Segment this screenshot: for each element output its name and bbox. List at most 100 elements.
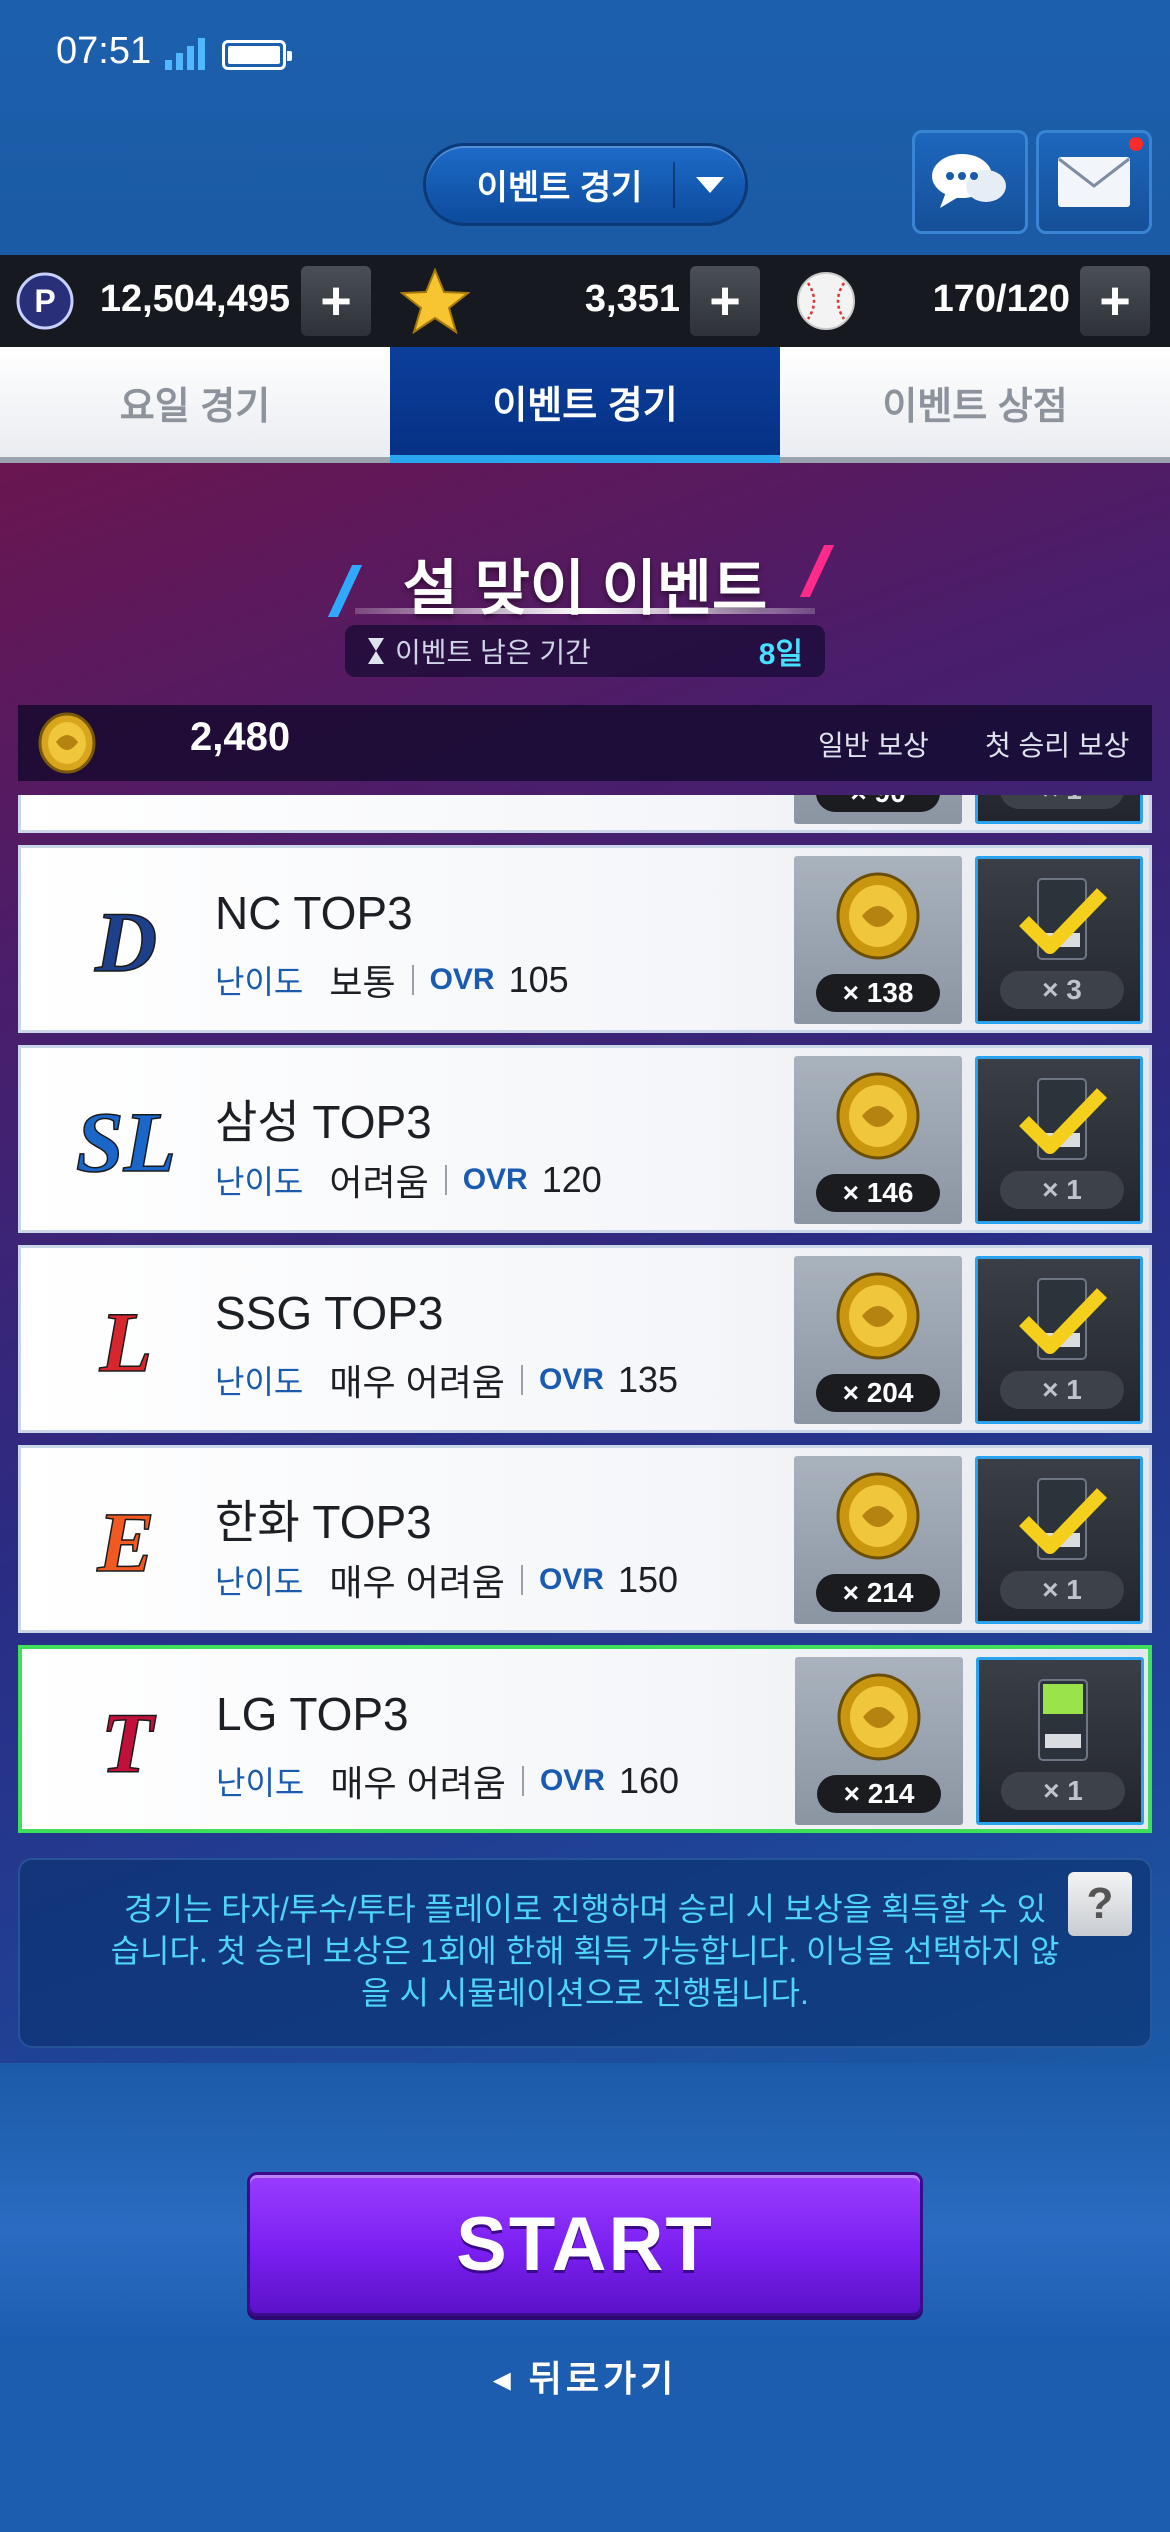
tab-bar: 요일 경기 이벤트 경기 이벤트 상점 xyxy=(0,347,1170,463)
event-coin-icon xyxy=(836,1072,920,1160)
ovr-label: OVR xyxy=(539,1764,605,1797)
ovr-label: OVR xyxy=(462,1163,528,1196)
event-coin-icon xyxy=(38,712,96,774)
battery-icon xyxy=(222,40,292,70)
samsung-lions-logo-icon: SL xyxy=(61,1078,191,1208)
normal-reward-count: × 214 xyxy=(817,1775,941,1813)
svg-text:D: D xyxy=(94,894,157,990)
first-win-reward-header: 첫 승리 보상 xyxy=(985,730,1130,761)
difficulty-value: 어려움 xyxy=(329,1162,429,1203)
back-button[interactable]: ◂ 뒤로가기 xyxy=(0,2350,1170,2402)
first-win-reward[interactable]: × 1 xyxy=(975,1256,1143,1424)
hanwha-eagles-logo-icon: E xyxy=(61,1478,191,1608)
normal-reward-count: × 146 xyxy=(816,1174,940,1212)
difficulty-value: 매우 어려움 xyxy=(329,1562,505,1603)
match-name: SSG TOP3 xyxy=(215,1287,444,1339)
match-meta: 난이도 보통 OVR 105 xyxy=(215,954,569,1006)
match-list[interactable]: × 90 × 1 D NC TOP3 난이도 보통 OVR 105 × 138 × 3 SL 삼성… xyxy=(18,795,1152,1843)
hourglass-icon xyxy=(368,638,384,664)
first-win-reward[interactable]: × 1 xyxy=(975,1056,1143,1224)
first-win-reward[interactable]: × 1 xyxy=(976,1657,1144,1825)
mail-button[interactable] xyxy=(1036,130,1152,234)
event-coin-icon xyxy=(836,1272,920,1360)
title-underline xyxy=(355,608,815,614)
first-win-reward-count: × 1 xyxy=(1000,795,1124,809)
difficulty-label: 난이도 xyxy=(215,1364,304,1400)
p-coin-icon: P xyxy=(16,272,74,330)
svg-text:SL: SL xyxy=(76,1094,176,1190)
match-name: 삼성 TOP3 xyxy=(215,1096,432,1148)
remaining-label: 이벤트 남은 기간 xyxy=(395,637,591,668)
nc-dinos-logo-icon: D xyxy=(61,878,191,1008)
first-win-reward[interactable]: × 3 xyxy=(975,856,1143,1024)
help-button[interactable]: ? xyxy=(1068,1872,1132,1936)
first-win-reward-count: × 3 xyxy=(1000,971,1124,1009)
chevron-down-icon xyxy=(675,175,745,195)
ovr-value: 150 xyxy=(617,1559,679,1600)
match-name: 한화 TOP3 xyxy=(215,1496,432,1548)
points-value: 12,504,495 xyxy=(99,278,290,320)
tab-event-games[interactable]: 이벤트 경기 xyxy=(390,347,780,463)
first-win-reward: × 1 xyxy=(975,795,1143,824)
player-card-icon xyxy=(1019,878,1108,960)
normal-reward[interactable]: × 204 xyxy=(794,1256,962,1424)
match-row[interactable]: E 한화 TOP3 난이도 매우 어려움 OVR 150 × 214 × 1 xyxy=(18,1445,1152,1633)
svg-text:E: E xyxy=(96,1494,154,1590)
match-row[interactable]: SL 삼성 TOP3 난이도 어려움 OVR 120 × 146 × 1 xyxy=(18,1045,1152,1233)
normal-reward-header: 일반 보상 xyxy=(818,730,929,761)
normal-reward[interactable]: × 214 xyxy=(794,1456,962,1624)
add-stars-button[interactable]: + xyxy=(690,266,760,336)
svg-text:T: T xyxy=(101,1695,157,1791)
mode-dropdown[interactable]: 이벤트 경기 xyxy=(423,143,748,226)
normal-reward[interactable]: × 146 xyxy=(794,1056,962,1224)
event-coin-icon xyxy=(836,872,920,960)
ovr-label: OVR xyxy=(429,963,495,996)
match-name: LG TOP3 xyxy=(216,1688,409,1740)
meta-divider xyxy=(444,1165,447,1195)
match-meta: 난이도 어려움 OVR 120 xyxy=(215,1154,602,1206)
back-label: 뒤로가기 xyxy=(528,2358,678,2399)
start-button[interactable]: START xyxy=(247,2172,923,2316)
difficulty-label: 난이도 xyxy=(216,1765,305,1801)
tab-event-shop[interactable]: 이벤트 상점 xyxy=(780,347,1170,463)
match-row[interactable]: T LG TOP3 난이도 매우 어려움 OVR 160 × 214 × 1 xyxy=(18,1645,1152,1833)
mode-dropdown-label: 이벤트 경기 xyxy=(476,169,643,207)
event-coin-icon xyxy=(837,1673,921,1761)
normal-reward[interactable]: × 214 xyxy=(795,1657,963,1825)
match-meta: 난이도 매우 어려움 OVR 160 xyxy=(216,1755,679,1807)
difficulty-label: 난이도 xyxy=(215,1564,304,1600)
player-card-icon xyxy=(1019,1278,1108,1360)
remaining-days: 8일 xyxy=(758,638,803,671)
ovr-value: 160 xyxy=(618,1760,680,1801)
player-card-icon xyxy=(1019,1478,1108,1560)
ovr-value: 105 xyxy=(508,959,569,1000)
first-win-reward-count: × 1 xyxy=(1001,1772,1125,1810)
lg-twins-logo-icon: T xyxy=(62,1679,192,1809)
match-row-partial[interactable]: × 90 × 1 xyxy=(18,795,1152,833)
normal-reward[interactable]: × 138 xyxy=(794,856,962,1024)
first-win-reward[interactable]: × 1 xyxy=(975,1456,1143,1624)
event-remaining-period: 이벤트 남은 기간 8일 xyxy=(345,625,825,677)
normal-reward-count: × 214 xyxy=(816,1574,940,1612)
normal-reward-count: × 204 xyxy=(816,1374,940,1412)
match-row[interactable]: L SSG TOP3 난이도 매우 어려움 OVR 135 × 204 × 1 xyxy=(18,1245,1152,1433)
tab-daily-games[interactable]: 요일 경기 xyxy=(0,347,390,463)
chat-button[interactable] xyxy=(912,130,1028,234)
add-balls-button[interactable]: + xyxy=(1080,266,1150,336)
player-card-icon xyxy=(1038,1679,1088,1761)
difficulty-value: 매우 어려움 xyxy=(330,1763,506,1804)
event-coin-count: 2,480 xyxy=(190,715,291,759)
svg-text:P: P xyxy=(34,283,55,319)
add-points-button[interactable]: + xyxy=(301,266,371,336)
signal-icon xyxy=(165,38,205,70)
first-win-reward-count: × 1 xyxy=(1000,1571,1124,1609)
meta-divider xyxy=(520,1365,523,1395)
difficulty-value: 보통 xyxy=(329,962,396,1003)
svg-text:L: L xyxy=(99,1294,153,1390)
normal-reward-count: × 90 xyxy=(816,795,940,812)
baseball-icon xyxy=(797,272,855,330)
notification-dot xyxy=(1129,137,1143,151)
match-row[interactable]: D NC TOP3 난이도 보통 OVR 105 × 138 × 3 xyxy=(18,845,1152,1033)
ovr-value: 120 xyxy=(541,1159,602,1200)
match-meta: 난이도 매우 어려움 OVR 135 xyxy=(215,1354,678,1406)
